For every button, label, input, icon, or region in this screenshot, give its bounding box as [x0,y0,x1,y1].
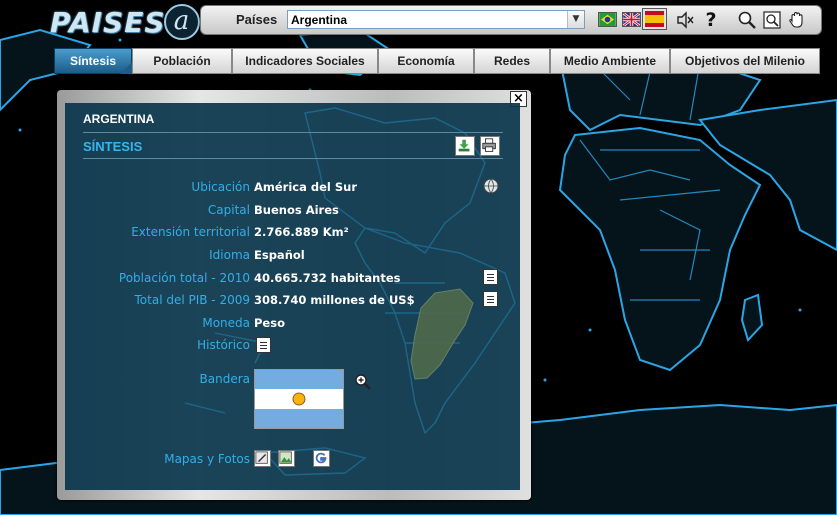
map-edit-button[interactable] [254,450,271,467]
tab-label: Población [153,54,211,68]
tab-poblacion[interactable]: Población [132,48,232,74]
tab-label: Medio Ambiente [563,54,657,68]
row-value-capital: Buenos Aires [254,203,339,217]
row-label-idioma: Idioma [209,248,250,262]
google-icon [315,452,327,464]
speaker-icon[interactable] [675,10,695,30]
tab-label: Indicadores Sociales [245,54,365,68]
row-label-pib: Total del PIB - 2009 [134,293,251,307]
pan-hand-icon[interactable] [787,10,807,30]
row-value-idioma: Español [254,248,305,262]
printer-icon [482,138,496,152]
country-selector-label: Países [236,12,278,27]
argentina-flag-image [254,369,344,429]
zoom-icon[interactable] [737,10,757,30]
row-label-capital: Capital [207,203,250,217]
row-value-ubicacion: América del Sur [254,180,357,194]
row-label-historico: Histórico [197,338,250,352]
document-icon[interactable] [483,269,498,285]
row-label-poblacion: Población total - 2010 [118,271,250,285]
document-icon[interactable] [256,337,271,353]
maps-photos-label: Mapas y Fotos [164,452,250,466]
tab-label: Economía [397,54,455,68]
divider [83,132,503,133]
tab-redes[interactable]: Redes [474,48,550,74]
help-icon[interactable]: ? [701,10,721,30]
flag-label: Bandera [199,372,250,386]
zoom-window-icon[interactable] [762,10,782,30]
section-tabs: Síntesis Población Indicadores Sociales … [54,48,820,74]
photo-icon [279,451,292,464]
logo-badge: a [163,4,200,40]
logo-text: PAISES [50,5,166,39]
globe-icon[interactable] [483,178,499,194]
chevron-down-icon[interactable]: ▼ [567,11,584,28]
tab-label: Objetivos del Milenio [684,54,806,68]
map-edit-icon [255,451,268,464]
tab-corner-decoration [120,62,132,74]
uk-flag-icon[interactable] [622,12,641,27]
country-info-panel: × ARGENTINA SÍNTESIS Ubicación América d… [57,90,531,500]
paises-logo: PAISES a [50,4,200,40]
row-value-moneda: Peso [254,316,285,330]
row-label-moneda: Moneda [202,316,250,330]
tab-label: Síntesis [69,54,117,68]
brazil-flag-icon[interactable] [598,12,617,27]
tab-medio-ambiente[interactable]: Medio Ambiente [550,48,670,74]
spain-flag-icon [645,11,664,27]
section-title: SÍNTESIS [83,139,143,154]
photo-button[interactable] [278,450,295,467]
print-button[interactable] [480,136,500,156]
document-icon[interactable] [483,291,498,307]
tab-indicadores-sociales[interactable]: Indicadores Sociales [232,48,378,74]
zoom-in-icon[interactable] [354,373,372,391]
country-select[interactable]: Argentina ▼ [287,10,585,29]
row-value-poblacion: 40.665.732 habitantes [254,271,401,285]
tab-economia[interactable]: Economía [378,48,474,74]
divider [83,158,503,159]
download-icon [458,139,470,152]
country-select-value: Argentina [291,13,348,27]
google-maps-button[interactable] [313,450,330,467]
spain-flag-button[interactable] [642,8,667,30]
row-label-extension: Extensión territorial [131,225,250,239]
download-button[interactable] [455,136,475,156]
tab-label: Redes [493,54,531,68]
tab-sintesis[interactable]: Síntesis [54,48,132,74]
tab-objetivos-del-milenio[interactable]: Objetivos del Milenio [670,48,820,74]
panel-content: ARGENTINA SÍNTESIS Ubicación América del… [65,103,520,490]
row-label-ubicacion: Ubicación [191,180,250,194]
top-toolbar: Países Argentina ▼ ? [200,5,822,35]
argentina-highlight [410,288,474,380]
country-title: ARGENTINA [83,112,155,126]
row-value-extension: 2.766.889 Km² [254,225,349,239]
row-value-pib: 308.740 millones de US$ [254,293,415,307]
